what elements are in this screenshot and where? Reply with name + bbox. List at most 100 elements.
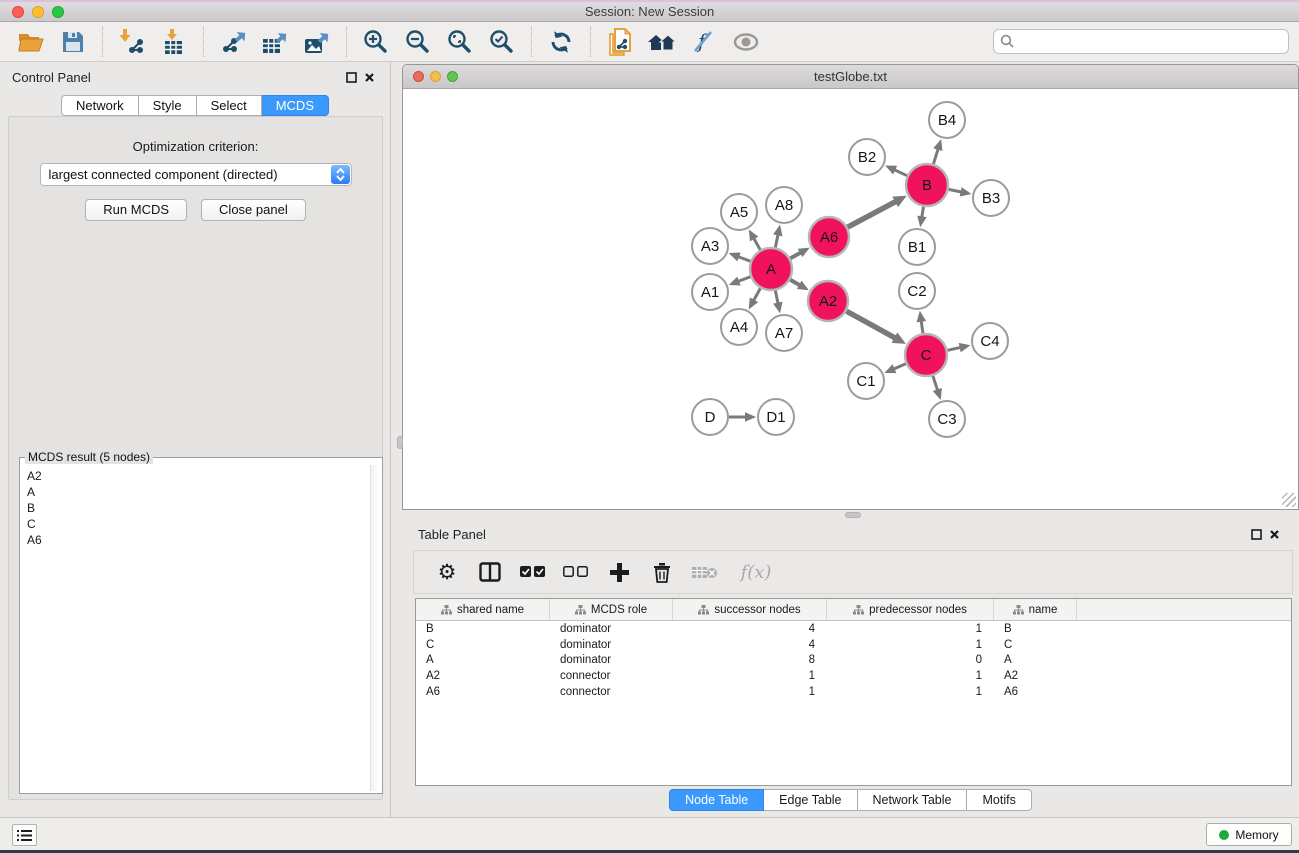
minimize-window-button[interactable] (32, 6, 44, 18)
save-session-icon[interactable] (52, 25, 94, 59)
control-panel: Control Panel Network Style Select MCDS … (0, 62, 390, 817)
column-type-icon (1013, 605, 1024, 615)
export-table-icon[interactable] (254, 25, 296, 59)
column-header-label: name (1029, 604, 1058, 616)
table-panel-title: Table Panel (418, 527, 486, 542)
resize-grip[interactable] (1282, 493, 1296, 507)
tab-edge-table[interactable]: Edge Table (764, 789, 857, 811)
mcds-result-list[interactable]: A2ABCA6 (22, 465, 369, 791)
network-window-titlebar[interactable]: testGlobe.txt (403, 65, 1298, 89)
search-input[interactable] (1015, 35, 1288, 49)
dropdown-stepper-icon (331, 165, 350, 184)
refresh-view-icon[interactable] (540, 25, 582, 59)
zoom-in-icon[interactable] (355, 25, 397, 59)
delete-table-icon[interactable] (692, 557, 718, 587)
toggle-graphics-details-icon[interactable]: f (683, 25, 725, 59)
float-table-panel-icon[interactable] (1247, 526, 1265, 542)
table-header-row: shared nameMCDS role successor nodes prede… (416, 599, 1291, 621)
list-item[interactable]: A6 (27, 532, 364, 548)
memory-button[interactable]: Memory (1206, 823, 1292, 846)
table-panel-header: Table Panel (402, 522, 1299, 546)
table-cell: 1 (827, 639, 994, 651)
close-panel-icon[interactable] (360, 69, 378, 85)
table-cell: A2 (994, 670, 1077, 682)
column-header[interactable]: MCDS role (550, 599, 673, 620)
column-header[interactable]: predecessor nodes (827, 599, 994, 620)
table-cell: 1 (827, 686, 994, 698)
toolbar-separator (531, 27, 532, 57)
tab-mcds[interactable]: MCDS (262, 95, 329, 116)
search-field[interactable] (993, 29, 1289, 54)
deselect-all-checkboxes-icon[interactable] (563, 557, 589, 587)
close-table-panel-icon[interactable] (1265, 526, 1283, 542)
open-file-icon[interactable] (10, 25, 52, 59)
eye-icon[interactable] (725, 25, 767, 59)
result-list-scrollbar[interactable] (370, 465, 380, 791)
maximize-window-button[interactable] (52, 6, 64, 18)
import-table-icon[interactable] (153, 25, 195, 59)
table-row[interactable]: A2connector11A2 (416, 668, 1291, 684)
panel-divider[interactable] (390, 62, 391, 817)
column-type-icon (698, 605, 709, 615)
table-row[interactable]: A6connector11A6 (416, 684, 1291, 700)
close-panel-button[interactable]: Close panel (201, 199, 306, 221)
table-body: Bdominator41BCdominator41CAdominator80AA… (416, 621, 1291, 700)
list-item[interactable]: A2 (27, 468, 364, 484)
tab-motifs[interactable]: Motifs (967, 789, 1031, 811)
tab-select[interactable]: Select (197, 95, 262, 116)
list-item[interactable]: B (27, 500, 364, 516)
column-header[interactable]: successor nodes (673, 599, 827, 620)
list-icon (17, 829, 32, 842)
column-header[interactable]: name (994, 599, 1077, 620)
export-image-icon[interactable] (296, 25, 338, 59)
toolbar-separator (102, 27, 103, 57)
home-icon[interactable] (641, 25, 683, 59)
select-all-checkboxes-icon[interactable] (520, 557, 546, 587)
column-header[interactable]: shared name (416, 599, 550, 620)
tab-node-table[interactable]: Node Table (669, 789, 764, 811)
zoom-out-icon[interactable] (397, 25, 439, 59)
table-cell: A (416, 654, 550, 666)
network-from-selection-icon[interactable] (599, 25, 641, 59)
tab-network[interactable]: Network (61, 95, 139, 116)
table-cell: 1 (827, 623, 994, 635)
criterion-dropdown[interactable]: largest connected component (directed) (40, 163, 352, 186)
settings-gear-icon[interactable]: ⚙ (434, 557, 460, 587)
optimization-criterion-label: Optimization criterion: (9, 139, 382, 154)
function-builder-icon[interactable]: f(x) (735, 557, 777, 587)
delete-column-icon[interactable] (649, 557, 675, 587)
table-cell: 1 (673, 686, 827, 698)
table-cell: A2 (416, 670, 550, 682)
table-cell: A6 (994, 686, 1077, 698)
add-column-icon[interactable] (606, 557, 632, 587)
table-row[interactable]: Cdominator41C (416, 637, 1291, 653)
zoom-fit-icon[interactable] (439, 25, 481, 59)
split-view-icon[interactable] (477, 557, 503, 587)
run-mcds-button[interactable]: Run MCDS (85, 199, 187, 221)
horizontal-scrollbar-thumb[interactable] (845, 512, 861, 518)
table-cell: connector (550, 670, 673, 682)
table-cell: B (416, 623, 550, 635)
list-item[interactable]: A (27, 484, 364, 500)
table-cell: 4 (673, 623, 827, 635)
control-panel-title: Control Panel (12, 70, 91, 85)
export-network-icon[interactable] (212, 25, 254, 59)
table-cell: B (994, 623, 1077, 635)
tab-style[interactable]: Style (139, 95, 197, 116)
column-header-label: successor nodes (714, 604, 800, 616)
table-cell: dominator (550, 654, 673, 666)
search-icon (1000, 34, 1015, 49)
tab-network-table[interactable]: Network Table (858, 789, 968, 811)
show-panels-button[interactable] (12, 824, 37, 846)
close-window-button[interactable] (12, 6, 24, 18)
import-network-icon[interactable] (111, 25, 153, 59)
vertical-scrollbar-thumb[interactable] (397, 436, 403, 449)
float-panel-icon[interactable] (342, 69, 360, 85)
table-row[interactable]: Adominator80A (416, 653, 1291, 669)
zoom-selected-icon[interactable] (481, 25, 523, 59)
table-cell: dominator (550, 639, 673, 651)
status-bar (0, 817, 1299, 850)
network-canvas[interactable] (403, 89, 1298, 509)
list-item[interactable]: C (27, 516, 364, 532)
table-row[interactable]: Bdominator41B (416, 621, 1291, 637)
